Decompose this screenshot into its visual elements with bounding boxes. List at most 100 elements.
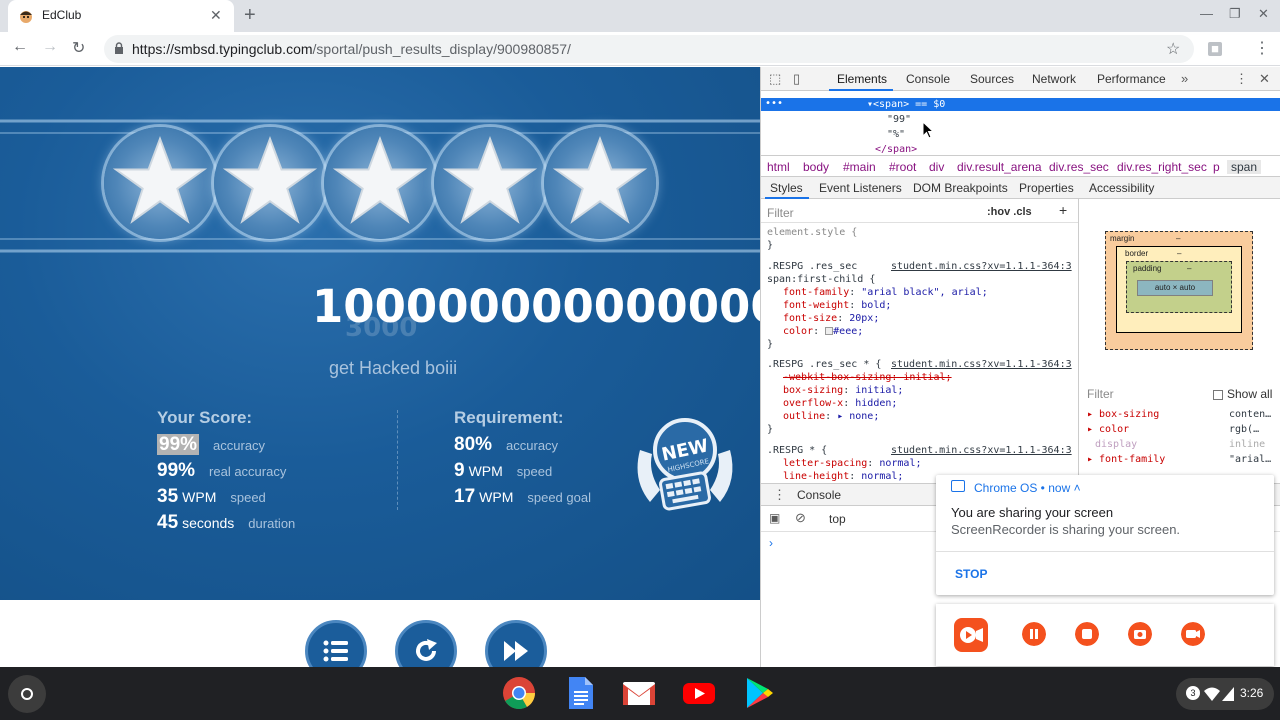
css-declaration[interactable]: font-weight: bold; (783, 300, 891, 311)
device-toolbar-icon[interactable]: ▯ (793, 71, 800, 87)
dom-text-node[interactable]: "%" (887, 129, 905, 140)
css-declaration[interactable]: font-size: 20px; (783, 313, 879, 324)
console-context-select[interactable]: top (829, 512, 846, 526)
new-style-rule-icon[interactable]: + (1059, 202, 1067, 218)
computed-filter-input[interactable]: Filter (1087, 387, 1114, 401)
crumb[interactable]: div.result_arena (957, 160, 1042, 174)
hov-cls-toggles[interactable]: :hov .cls (987, 206, 1032, 218)
subtab-event-listeners[interactable]: Event Listeners (819, 181, 902, 195)
checkbox-box[interactable] (1213, 389, 1223, 400)
browser-tab[interactable]: EdClub ✕ (8, 0, 234, 32)
computed-row[interactable]: ▸ box-sizing conten… (1087, 409, 1271, 420)
bookmark-star-icon[interactable]: ☆ (1166, 39, 1180, 59)
new-tab-icon[interactable]: + (244, 4, 256, 27)
css-declaration[interactable]: letter-spacing: normal; (783, 458, 922, 469)
show-all-checkbox[interactable]: Show all (1213, 387, 1272, 401)
css-selector[interactable]: .RESPG .res_sec (767, 261, 857, 272)
css-declaration[interactable]: box-sizing: initial; (783, 385, 903, 396)
webcam-icon[interactable] (1181, 622, 1205, 646)
pause-icon[interactable] (1022, 622, 1046, 646)
css-declaration-overridden[interactable]: -webkit-box-sizing: initial; (783, 372, 952, 383)
back-icon[interactable]: ← (12, 38, 28, 56)
youtube-icon[interactable] (681, 675, 717, 711)
maximize-icon[interactable]: ❐ (1229, 6, 1241, 22)
box-model-padding[interactable]: padding – auto × auto (1126, 261, 1232, 313)
chrome-icon[interactable] (501, 675, 537, 711)
play-store-icon[interactable] (741, 675, 777, 711)
css-declaration[interactable]: line-height: normal; (783, 471, 903, 482)
crumb[interactable]: body (803, 160, 829, 174)
minimize-icon[interactable]: — (1200, 6, 1213, 21)
styles-filter-input[interactable]: Filter (767, 206, 794, 220)
stop-sharing-button[interactable]: STOP (955, 567, 987, 581)
computed-row[interactable]: ▸ font-family "arial… (1087, 454, 1271, 465)
reload-icon[interactable]: ↻ (72, 38, 85, 58)
docs-icon[interactable] (562, 675, 598, 711)
color-swatch[interactable] (825, 327, 834, 335)
node-actions-icon[interactable]: ••• (765, 98, 783, 109)
drawer-menu-icon[interactable]: ⋮ (773, 487, 786, 503)
computed-value: rgb(… (1229, 424, 1260, 435)
computed-row[interactable]: ▸ color rgb(… (1087, 424, 1259, 435)
crumb[interactable]: #root (889, 160, 916, 174)
subtab-properties[interactable]: Properties (1019, 181, 1074, 195)
css-value: normal; (861, 471, 904, 482)
css-selector[interactable]: element.style { (767, 227, 857, 238)
computed-row[interactable]: display inline (1095, 439, 1265, 450)
css-selector[interactable]: .RESPG * { (767, 445, 827, 456)
gmail-icon[interactable] (621, 675, 657, 711)
css-source-link[interactable]: student.min.css?xv=1.1.1-364:3 (891, 359, 1072, 370)
close-window-icon[interactable]: ✕ (1258, 6, 1269, 22)
crumb[interactable]: p (1213, 160, 1220, 174)
screenshot-camera-icon[interactable] (1128, 622, 1152, 646)
subtab-dom-breakpoints[interactable]: DOM Breakpoints (913, 181, 1008, 195)
menu-kebab-icon[interactable]: ⋮ (1254, 38, 1270, 58)
address-bar[interactable]: https://smbsd.typingclub.com/sportal/pus… (104, 35, 1194, 63)
crumb[interactable]: div.res_right_sec (1117, 160, 1207, 174)
subtab-styles[interactable]: Styles (770, 181, 803, 195)
subtab-accessibility[interactable]: Accessibility (1089, 181, 1154, 195)
extension-icon[interactable]: ■ (1208, 42, 1222, 56)
css-declaration[interactable]: outline: ▸ none; (783, 411, 879, 422)
tab-close-icon[interactable]: ✕ (210, 7, 222, 24)
console-sidebar-icon[interactable]: ▣ (769, 511, 780, 525)
inspect-element-icon[interactable]: ⬚ (769, 71, 781, 87)
devtools-close-icon[interactable]: ✕ (1259, 71, 1270, 87)
tab-performance[interactable]: Performance (1097, 72, 1166, 86)
dom-node-selected[interactable]: ••• ▾<span> == $0 (761, 98, 1280, 111)
console-prompt[interactable]: › (769, 536, 773, 550)
dom-text-node[interactable]: "99" (887, 114, 911, 125)
console-tab[interactable]: Console (797, 488, 841, 502)
screen-recorder-app-icon[interactable] (954, 618, 988, 652)
dom-tree: ••• ▾<span> == $0 "99" "%" </span> (761, 91, 1280, 155)
crumb[interactable]: html (767, 160, 790, 174)
tab-sources[interactable]: Sources (970, 72, 1014, 86)
css-declaration[interactable]: overflow-x: hidden; (783, 398, 897, 409)
css-declaration[interactable]: color: #eee; (783, 326, 863, 337)
launcher-button[interactable] (8, 675, 46, 713)
crumb[interactable]: div (929, 160, 944, 174)
screen-share-notification: Chrome OS • now ˄ You are sharing your s… (936, 475, 1274, 595)
crumb[interactable]: div.res_sec (1049, 160, 1109, 174)
tab-network[interactable]: Network (1032, 72, 1076, 86)
box-model-margin[interactable]: margin – border – padding – auto × auto (1105, 231, 1253, 350)
more-tabs-icon[interactable]: » (1181, 71, 1188, 86)
stop-recording-icon[interactable] (1075, 622, 1099, 646)
css-source-link[interactable]: student.min.css?xv=1.1.1-364:3 (891, 445, 1072, 456)
box-model-border[interactable]: border – padding – auto × auto (1116, 246, 1242, 333)
css-source-link[interactable]: student.min.css?xv=1.1.1-364:3 (891, 261, 1072, 272)
box-model-content[interactable]: auto × auto (1137, 280, 1213, 296)
tab-elements[interactable]: Elements (837, 72, 887, 86)
css-selector[interactable]: .RESPG .res_sec * { (767, 359, 881, 370)
css-declaration[interactable]: font-family: "arial black", arial; (783, 287, 988, 298)
forward-icon[interactable]: → (42, 38, 58, 56)
css-selector[interactable]: span:first-child { (767, 274, 875, 285)
crumb[interactable]: #main (843, 160, 876, 174)
crumb-selected[interactable]: span (1227, 160, 1262, 174)
notification-source[interactable]: Chrome OS • now ˄ (974, 481, 1081, 495)
devtools-menu-icon[interactable]: ⋮ (1235, 71, 1248, 87)
clear-console-icon[interactable]: ⊘ (795, 510, 806, 526)
system-tray[interactable]: 3 3:26 (1176, 678, 1274, 710)
dom-closing-tag[interactable]: </span> (875, 144, 917, 155)
tab-console[interactable]: Console (906, 72, 950, 86)
